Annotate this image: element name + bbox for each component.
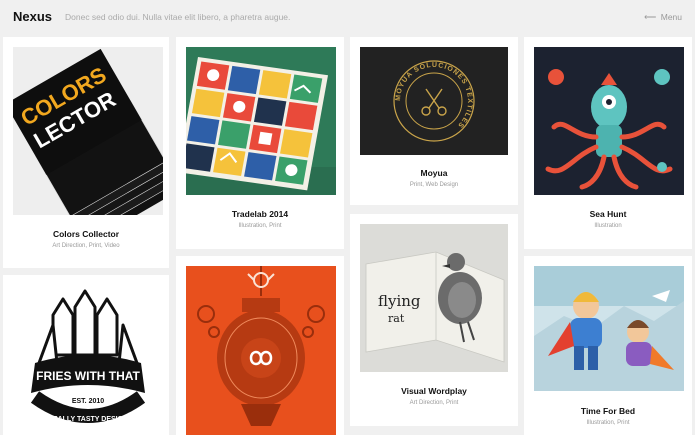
project-title[interactable]: Sea Hunt — [524, 209, 692, 219]
superhero-kids-illustration — [534, 266, 684, 391]
book-word-flying: flying — [378, 292, 421, 310]
project-thumbnail[interactable] — [534, 266, 684, 391]
project-thumbnail[interactable]: flying rat — [360, 224, 508, 372]
portfolio-card-tradelab[interactable]: Tradelab 2014 Illustration, Print — [176, 37, 344, 249]
project-thumbnail[interactable]: FRIES WITH THAT EST. 2010 REALLY TASTY D… — [13, 285, 163, 435]
portfolio-card-time-for-bed[interactable]: Time For Bed Illustration, Print — [524, 256, 692, 435]
logo-est-text: EST. 2010 — [72, 398, 104, 405]
icon-grid-print-image — [186, 47, 336, 195]
book-word-rat: rat — [388, 312, 405, 325]
top-bar: Nexus Donec sed odio dui. Nulla vitae el… — [0, 0, 695, 34]
project-thumbnail[interactable]: MOYUA SOLUCIONES TEXTILES — [360, 47, 508, 155]
steampunk-balloon-illustration — [186, 266, 336, 435]
book-stack-image: COLORS LECTOR — [13, 47, 163, 215]
portfolio-card-fries-with-that[interactable]: FRIES WITH THAT EST. 2010 REALLY TASTY D… — [3, 275, 169, 435]
project-thumbnail[interactable]: COLORS LECTOR — [13, 47, 163, 215]
logo-main-text: FRIES WITH THAT — [36, 369, 140, 383]
portfolio-card-orange-balloon[interactable] — [176, 256, 344, 435]
project-categories: Illustration — [594, 223, 622, 229]
project-categories: Art Direction, Print, Video — [52, 243, 120, 249]
fries-logo-image: FRIES WITH THAT EST. 2010 REALLY TASTY D… — [13, 285, 163, 435]
project-categories: Illustration, Print — [586, 420, 630, 426]
project-title[interactable]: Moyua — [350, 168, 518, 178]
site-tagline: Donec sed odio dui. Nulla vitae elit lib… — [65, 12, 291, 22]
project-categories: Art Direction, Print — [409, 400, 459, 406]
site-title[interactable]: Nexus — [13, 9, 52, 24]
project-title[interactable]: Time For Bed — [524, 406, 692, 416]
portfolio-card-visual-wordplay[interactable]: flying rat Visual Wordplay Art Direction… — [350, 214, 518, 426]
project-title[interactable]: Tradelab 2014 — [176, 209, 344, 219]
arrow-left-icon: ⟵ — [644, 12, 657, 22]
portfolio-card-sea-hunt[interactable]: Sea Hunt Illustration — [524, 37, 692, 249]
project-title[interactable]: Visual Wordplay — [350, 386, 518, 396]
project-categories: Illustration, Print — [238, 223, 282, 229]
menu-button[interactable]: ⟵ Menu — [644, 12, 682, 23]
project-thumbnail[interactable] — [186, 266, 336, 435]
pigeon-book-image: flying rat — [360, 224, 508, 372]
project-thumbnail[interactable] — [534, 47, 684, 195]
project-title[interactable]: Colors Collector — [3, 229, 169, 239]
portfolio-card-colors-collector[interactable]: COLORS LECTOR Colors Collector Art Direc… — [3, 37, 169, 268]
project-thumbnail[interactable] — [186, 47, 336, 195]
sea-monster-illustration — [534, 47, 684, 195]
menu-label: Menu — [660, 12, 682, 22]
portfolio-card-moyua[interactable]: MOYUA SOLUCIONES TEXTILES Moyua Print, W… — [350, 37, 518, 205]
logo-tagline-text: REALLY TASTY DESIGN — [48, 416, 128, 423]
project-categories: Print, Web Design — [409, 182, 459, 188]
moyua-badge-image: MOYUA SOLUCIONES TEXTILES — [360, 47, 508, 155]
